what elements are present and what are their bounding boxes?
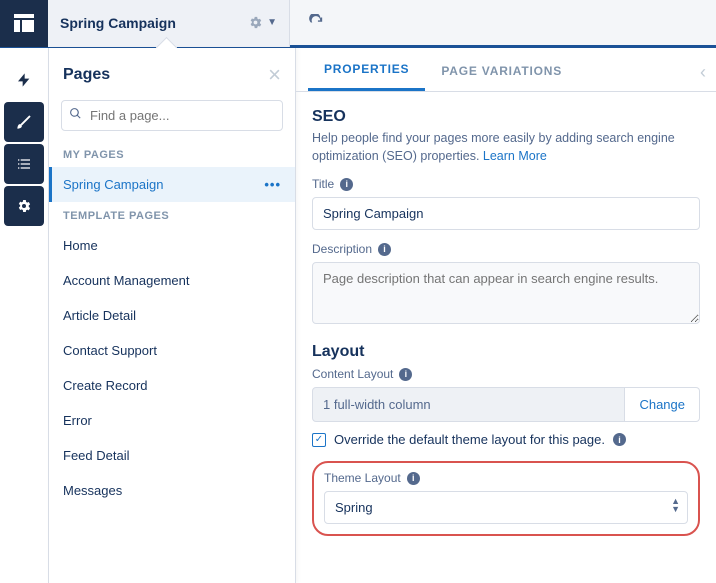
page-title: Spring Campaign (60, 15, 248, 31)
tab-properties[interactable]: PROPERTIES (308, 48, 425, 91)
theme-layout-highlight: Theme Layout i ▲▼ (312, 461, 700, 536)
info-icon[interactable]: i (613, 433, 626, 446)
template-pages-label: TEMPLATE PAGES (49, 202, 295, 228)
lightning-icon (16, 72, 32, 88)
title-input[interactable] (312, 197, 700, 230)
info-icon[interactable]: i (407, 472, 420, 485)
nav-rail (0, 48, 48, 583)
theme-layout-select[interactable] (324, 491, 688, 524)
info-icon[interactable]: i (340, 178, 353, 191)
list-icon (16, 156, 32, 172)
more-icon[interactable]: ••• (264, 177, 281, 192)
page-item-account-management[interactable]: Account Management (49, 263, 295, 298)
brush-icon (16, 114, 32, 130)
description-textarea[interactable] (312, 262, 700, 324)
info-icon[interactable]: i (399, 368, 412, 381)
seo-help-text: Help people find your pages more easily … (312, 130, 700, 165)
close-icon[interactable]: × (268, 62, 281, 88)
tab-page-variations[interactable]: PAGE VARIATIONS (425, 50, 578, 90)
nav-list[interactable] (4, 144, 44, 184)
override-checkbox[interactable]: ✓ (312, 433, 326, 447)
content-layout-value: 1 full-width column (312, 387, 625, 422)
chevron-left-icon[interactable]: ‹ (700, 62, 706, 83)
page-item-feed-detail[interactable]: Feed Detail (49, 438, 295, 473)
info-icon[interactable]: i (378, 243, 391, 256)
gear-icon (248, 15, 263, 30)
page-item-spring-campaign[interactable]: Spring Campaign ••• (49, 167, 295, 202)
nav-brush[interactable] (4, 102, 44, 142)
app-icon[interactable] (0, 0, 48, 47)
theme-layout-label: Theme Layout i (324, 471, 688, 485)
refresh-icon (308, 14, 325, 31)
description-label: Description i (312, 242, 700, 256)
nav-settings[interactable] (4, 186, 44, 226)
search-input[interactable] (61, 100, 283, 131)
page-item-messages[interactable]: Messages (49, 473, 295, 508)
stepper-arrows-icon: ▲▼ (671, 497, 680, 513)
seo-heading: SEO (312, 108, 700, 126)
page-item-error[interactable]: Error (49, 403, 295, 438)
learn-more-link[interactable]: Learn More (483, 149, 547, 163)
properties-panel: PROPERTIES PAGE VARIATIONS ‹ SEO Help pe… (296, 48, 716, 583)
content-layout-label: Content Layout i (312, 367, 700, 381)
page-item-home[interactable]: Home (49, 228, 295, 263)
page-item-label: Spring Campaign (63, 177, 163, 192)
override-label: Override the default theme layout for th… (334, 432, 605, 447)
change-button[interactable]: Change (625, 387, 700, 422)
title-label: Title i (312, 177, 700, 191)
my-pages-label: MY PAGES (49, 141, 295, 167)
pages-sidebar: Pages × MY PAGES Spring Campaign ••• TEM… (48, 48, 296, 583)
page-item-article-detail[interactable]: Article Detail (49, 298, 295, 333)
search-icon (69, 107, 82, 120)
nav-lightning[interactable] (4, 60, 44, 100)
gear-icon (16, 198, 32, 214)
chevron-down-icon: ▼ (267, 17, 277, 28)
page-item-contact-support[interactable]: Contact Support (49, 333, 295, 368)
page-item-create-record[interactable]: Create Record (49, 368, 295, 403)
layout-heading: Layout (312, 343, 700, 361)
refresh-button[interactable] (290, 14, 343, 31)
sidebar-heading: Pages (63, 66, 268, 84)
